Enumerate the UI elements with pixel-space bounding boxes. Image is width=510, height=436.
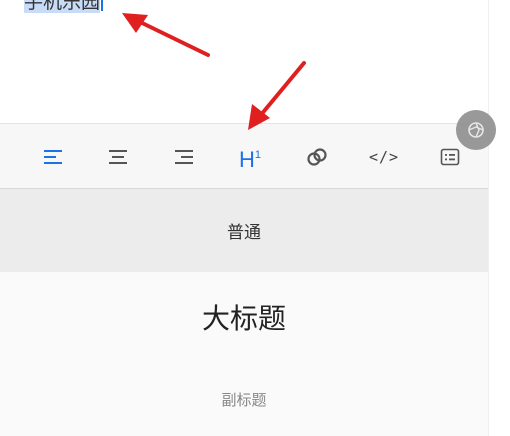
heading-icon-level: 1 [254,148,261,161]
link-button[interactable] [295,124,339,190]
formatting-toolbar: H1 </> [0,123,488,189]
align-center-icon [109,150,127,164]
right-edge-strip [488,0,510,436]
code-button[interactable]: </> [362,124,406,190]
format-option-heading1[interactable]: 大标题 [0,272,488,362]
floating-action-button[interactable] [456,110,496,150]
align-right-icon [175,150,193,164]
editor-area[interactable]: 手机乐园 [0,0,488,123]
align-center-button[interactable] [96,124,140,190]
format-option-heading2[interactable]: 副标题 [0,362,488,436]
link-icon [307,148,327,166]
align-left-button[interactable] [31,124,75,190]
align-right-button[interactable] [162,124,206,190]
heading-button[interactable]: H1 [228,124,272,190]
selected-text: 手机乐园 [24,0,101,13]
align-left-icon [44,150,62,164]
heading-format-list: 普通 大标题 副标题 [0,189,488,436]
list-icon [440,148,460,166]
heading-icon-letter: H [238,146,255,172]
format-option-normal[interactable]: 普通 [0,189,488,272]
editor-text[interactable]: 手机乐园 [24,0,104,14]
code-icon: </> [368,148,400,166]
heading-icon: H1 [239,144,261,171]
text-caret [101,0,104,11]
floating-action-icon [468,122,484,138]
